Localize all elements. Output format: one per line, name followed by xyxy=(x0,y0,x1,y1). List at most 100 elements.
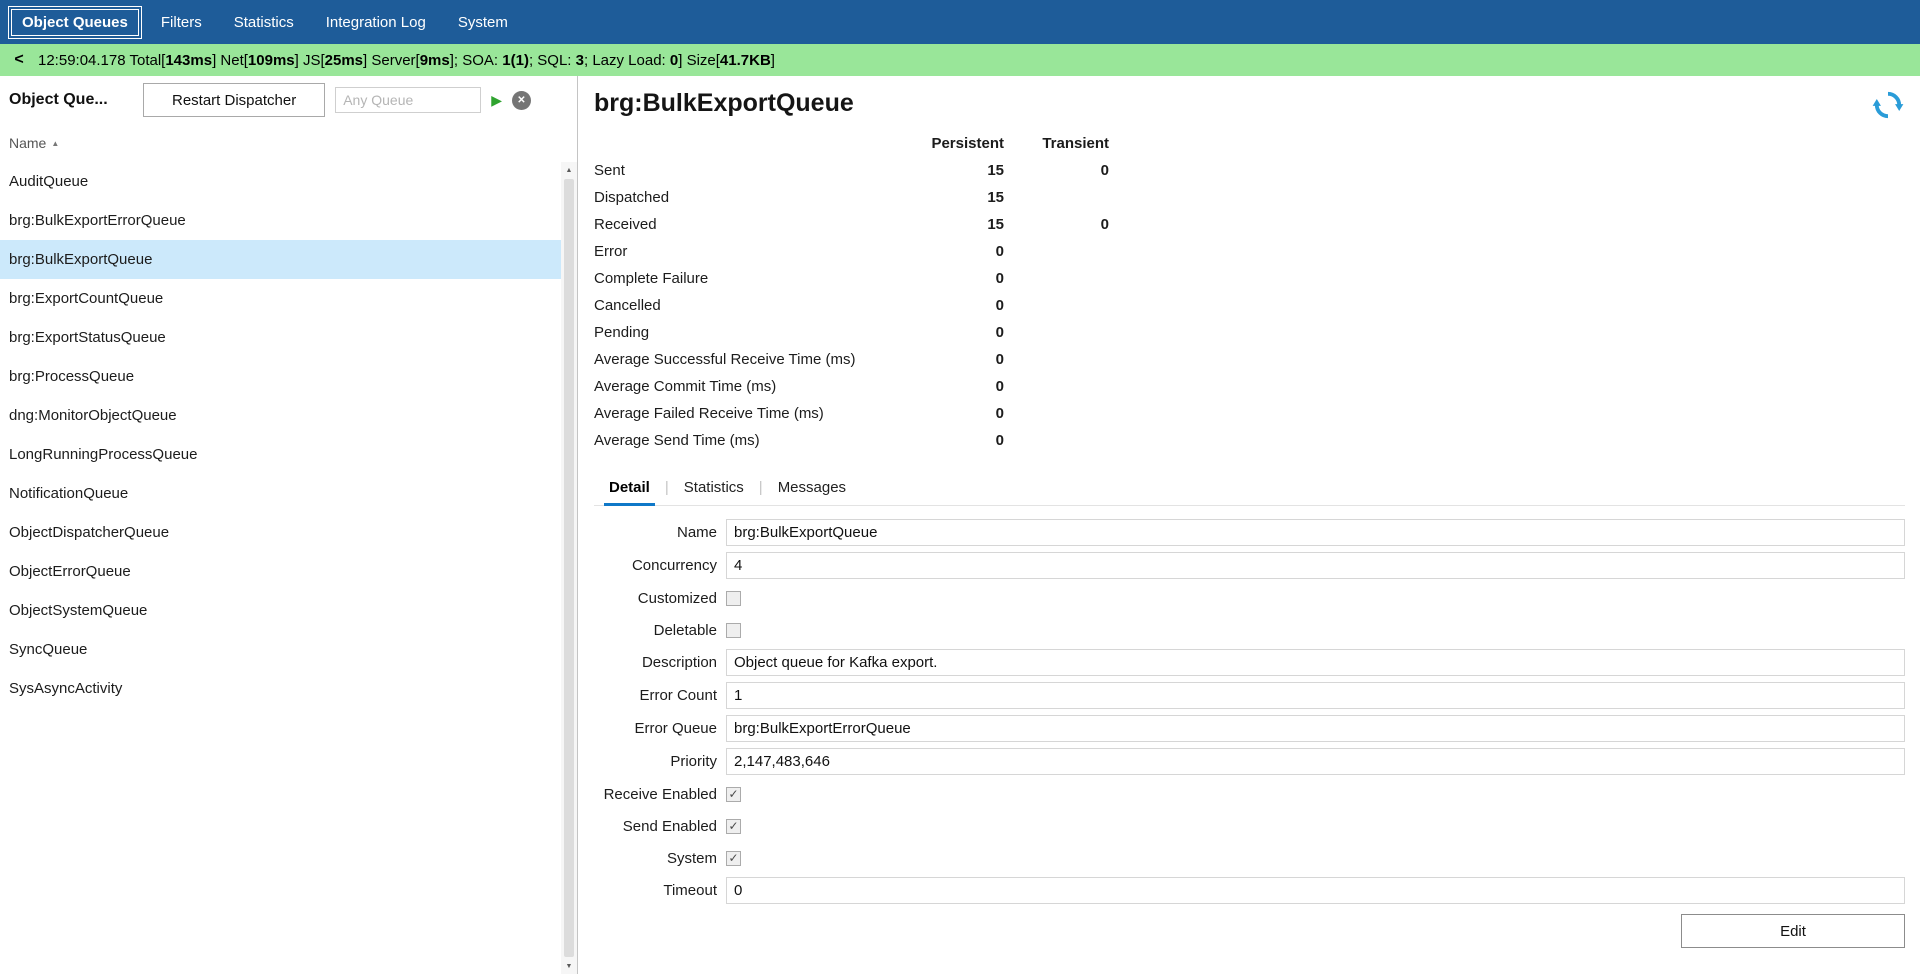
stat-persistent-cancelled: 0 xyxy=(914,292,1004,319)
field-input-description[interactable] xyxy=(726,649,1905,676)
stat-label-average-failed-receive-time-ms: Average Failed Receive Time (ms) xyxy=(594,400,914,427)
status-label: ] Size[ xyxy=(678,52,720,69)
scroll-thumb[interactable] xyxy=(564,179,574,957)
stat-label-average-commit-time-ms: Average Commit Time (ms) xyxy=(594,373,914,400)
stats-column-persistent: Persistent xyxy=(914,130,1004,157)
queue-item-notificationqueue[interactable]: NotificationQueue xyxy=(0,474,561,513)
status-value: 0 xyxy=(670,52,678,69)
tab-detail[interactable]: Detail xyxy=(594,469,665,505)
queue-item-objectdispatcherqueue[interactable]: ObjectDispatcherQueue xyxy=(0,513,561,552)
clear-search-icon[interactable]: ✕ xyxy=(512,91,531,110)
status-label: ]; SOA: xyxy=(450,52,503,69)
nav-item-integration-log[interactable]: Integration Log xyxy=(313,7,439,38)
field-checkbox-customized[interactable] xyxy=(726,591,741,606)
status-bar: < 12:59:04.178 Total[143ms] Net[109ms] J… xyxy=(0,44,1920,76)
scroll-down-icon[interactable]: ▼ xyxy=(561,958,577,974)
refresh-icon[interactable] xyxy=(1872,89,1904,121)
status-label: 12:59:04.178 Total[ xyxy=(38,52,165,69)
nav-item-filters[interactable]: Filters xyxy=(148,7,215,38)
status-value: 109ms xyxy=(248,52,295,69)
stat-transient-average-commit-time-ms xyxy=(1004,373,1109,400)
panel-title: Object Que... xyxy=(9,91,133,109)
field-input-error-queue[interactable] xyxy=(726,715,1905,742)
queue-item-brg-exportstatusqueue[interactable]: brg:ExportStatusQueue xyxy=(0,318,561,357)
name-column-header[interactable]: Name ▲ xyxy=(0,124,577,162)
stat-label-sent: Sent xyxy=(594,157,914,184)
stat-transient-sent: 0 xyxy=(1004,157,1109,184)
field-input-concurrency[interactable] xyxy=(726,552,1905,579)
field-input-error-count[interactable] xyxy=(726,682,1905,709)
nav-item-statistics[interactable]: Statistics xyxy=(221,7,307,38)
field-control-timeout xyxy=(726,877,1905,904)
back-icon[interactable]: < xyxy=(0,51,38,69)
stat-transient-complete-failure xyxy=(1004,265,1109,292)
tab-statistics[interactable]: Statistics xyxy=(669,469,759,505)
nav-item-system[interactable]: System xyxy=(445,7,521,38)
run-search-icon[interactable]: ▶ xyxy=(491,93,502,107)
queue-item-longrunningprocessqueue[interactable]: LongRunningProcessQueue xyxy=(0,435,561,474)
queue-item-objectsystemqueue[interactable]: ObjectSystemQueue xyxy=(0,591,561,630)
status-value: 41.7KB xyxy=(720,52,771,69)
status-value: 1(1) xyxy=(502,52,529,69)
queue-list: AuditQueuebrg:BulkExportErrorQueuebrg:Bu… xyxy=(0,162,561,974)
tab-messages[interactable]: Messages xyxy=(763,469,861,505)
queue-list-body: AuditQueuebrg:BulkExportErrorQueuebrg:Bu… xyxy=(0,162,577,974)
stat-transient-average-successful-receive-time-ms xyxy=(1004,346,1109,373)
stat-transient-dispatched xyxy=(1004,184,1109,211)
field-control-error-count xyxy=(726,682,1905,709)
queue-item-brg-processqueue[interactable]: brg:ProcessQueue xyxy=(0,357,561,396)
status-value: 3 xyxy=(576,52,584,69)
field-checkbox-deletable[interactable] xyxy=(726,623,741,638)
field-input-name[interactable] xyxy=(726,519,1905,546)
stat-label-dispatched: Dispatched xyxy=(594,184,914,211)
stat-transient-cancelled xyxy=(1004,292,1109,319)
field-checkbox-system[interactable]: ✓ xyxy=(726,851,741,866)
status-label: ] Server[ xyxy=(363,52,420,69)
detail-panel: brg:BulkExportQueue PersistentTransientS… xyxy=(578,76,1920,974)
scroll-up-icon[interactable]: ▲ xyxy=(561,162,577,178)
stat-transient-average-send-time-ms xyxy=(1004,427,1109,454)
field-control-customized xyxy=(726,591,1905,606)
detail-tabs: Detail|Statistics|Messages xyxy=(594,469,1905,506)
field-label-timeout: Timeout xyxy=(594,882,726,899)
field-label-priority: Priority xyxy=(594,753,726,770)
field-label-concurrency: Concurrency xyxy=(594,557,726,574)
queue-item-objecterrorqueue[interactable]: ObjectErrorQueue xyxy=(0,552,561,591)
status-text: 12:59:04.178 Total[143ms] Net[109ms] JS[… xyxy=(38,52,775,69)
status-value: 25ms xyxy=(325,52,363,69)
field-checkbox-receive-enabled[interactable]: ✓ xyxy=(726,787,741,802)
restart-dispatcher-button[interactable]: Restart Dispatcher xyxy=(143,83,325,117)
name-column-label: Name xyxy=(9,135,46,151)
queue-scrollbar[interactable]: ▲ ▼ xyxy=(561,162,577,974)
form-row-concurrency: Concurrency xyxy=(594,552,1905,579)
queue-search-input[interactable] xyxy=(335,87,481,113)
form-row-send-enabled: Send Enabled✓ xyxy=(594,813,1905,839)
status-value: 143ms xyxy=(165,52,212,69)
form-row-error-count: Error Count xyxy=(594,682,1905,709)
top-nav: Object QueuesFiltersStatisticsIntegratio… xyxy=(0,0,1920,44)
stat-persistent-dispatched: 15 xyxy=(914,184,1004,211)
queue-item-auditqueue[interactable]: AuditQueue xyxy=(0,162,561,201)
form-row-system: System✓ xyxy=(594,845,1905,871)
queue-item-syncqueue[interactable]: SyncQueue xyxy=(0,630,561,669)
field-input-priority[interactable] xyxy=(726,748,1905,775)
queue-item-dng-monitorobjectqueue[interactable]: dng:MonitorObjectQueue xyxy=(0,396,561,435)
field-control-receive-enabled: ✓ xyxy=(726,787,1905,802)
queue-item-brg-exportcountqueue[interactable]: brg:ExportCountQueue xyxy=(0,279,561,318)
queue-item-brg-bulkexporterrorqueue[interactable]: brg:BulkExportErrorQueue xyxy=(0,201,561,240)
nav-item-object-queues[interactable]: Object Queues xyxy=(8,6,142,39)
queue-item-sysasyncactivity[interactable]: SysAsyncActivity xyxy=(0,669,561,708)
stat-label-pending: Pending xyxy=(594,319,914,346)
stat-persistent-received: 15 xyxy=(914,211,1004,238)
field-control-priority xyxy=(726,748,1905,775)
field-checkbox-send-enabled[interactable]: ✓ xyxy=(726,819,741,834)
stat-persistent-error: 0 xyxy=(914,238,1004,265)
detail-form: NameConcurrencyCustomizedDeletableDescri… xyxy=(594,519,1905,904)
field-control-deletable xyxy=(726,623,1905,638)
form-row-customized: Customized xyxy=(594,585,1905,611)
stat-persistent-average-commit-time-ms: 0 xyxy=(914,373,1004,400)
status-label: ] JS[ xyxy=(295,52,325,69)
edit-button[interactable]: Edit xyxy=(1681,914,1905,948)
field-input-timeout[interactable] xyxy=(726,877,1905,904)
queue-item-brg-bulkexportqueue[interactable]: brg:BulkExportQueue xyxy=(0,240,561,279)
